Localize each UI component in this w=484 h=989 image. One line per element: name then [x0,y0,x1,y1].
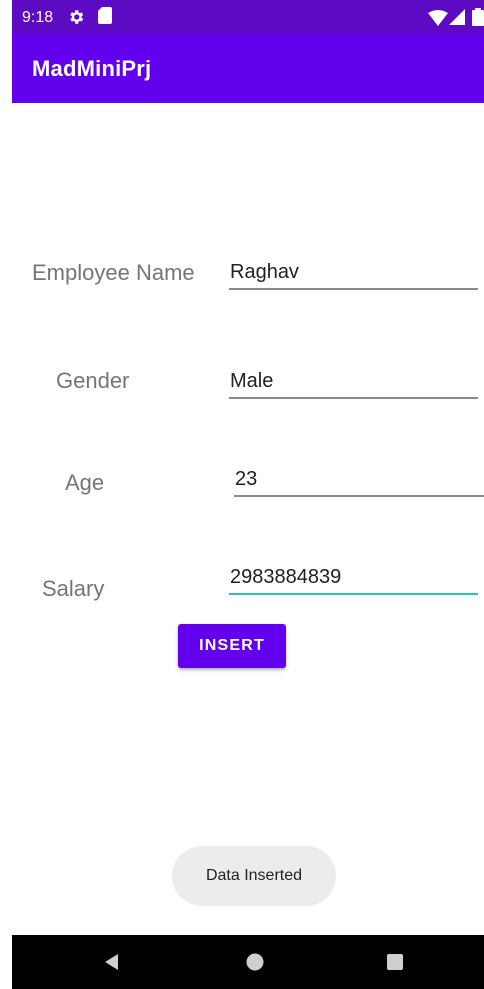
gender-value: Male [230,370,274,392]
gear-icon [70,10,84,24]
phone-screen: 9:18 MadMiniPrj Employee Name Raghav Gen… [0,0,484,989]
toast-message: Data Inserted [172,846,336,906]
app-bar: MadMiniPrj [12,34,484,103]
employee-name-field[interactable]: Raghav [229,254,478,290]
battery-icon [472,8,484,26]
age-value: 23 [235,468,258,490]
sd-card-icon [98,7,112,24]
app-screen: 9:18 MadMiniPrj Employee Name Raghav Gen… [12,0,484,989]
wifi-icon [428,10,448,26]
employee-name-label: Employee Name [32,260,195,285]
age-field[interactable]: 23 [234,461,484,497]
recents-icon[interactable] [386,953,404,971]
status-bar: 9:18 [12,0,484,34]
navigation-bar [12,935,484,989]
status-time: 9:18 [22,9,54,26]
home-icon[interactable] [246,953,264,971]
employee-name-value: Raghav [230,261,299,283]
app-title: MadMiniPrj [32,56,152,81]
age-label: Age [65,470,105,495]
signal-icon [449,9,465,25]
back-icon[interactable] [102,952,122,972]
insert-button[interactable]: INSERT [178,624,286,668]
salary-field[interactable]: 2983884839 [229,559,478,595]
gender-label: Gender [56,368,130,393]
salary-label: Salary [42,576,105,601]
gender-field[interactable]: Male [229,363,478,399]
salary-value: 2983884839 [230,566,342,588]
